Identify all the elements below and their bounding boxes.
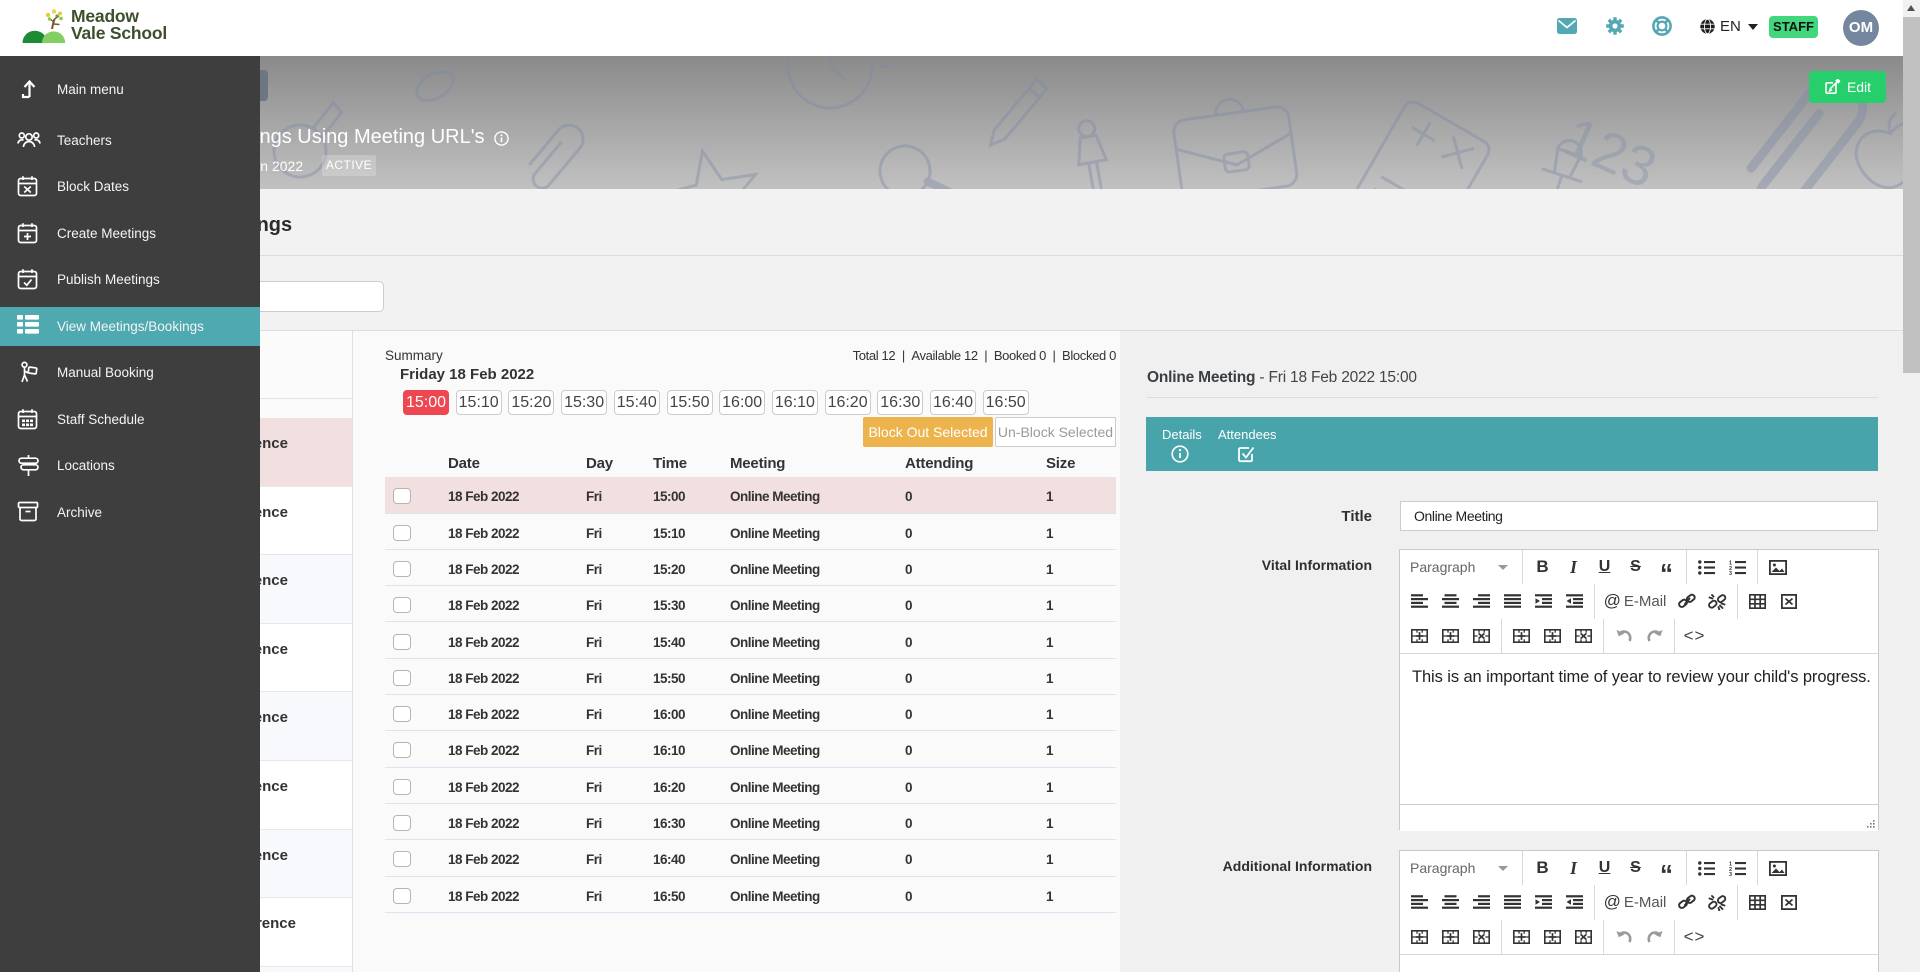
svg-text:3: 3 bbox=[1729, 872, 1732, 876]
svg-text:3: 3 bbox=[1729, 571, 1732, 575]
